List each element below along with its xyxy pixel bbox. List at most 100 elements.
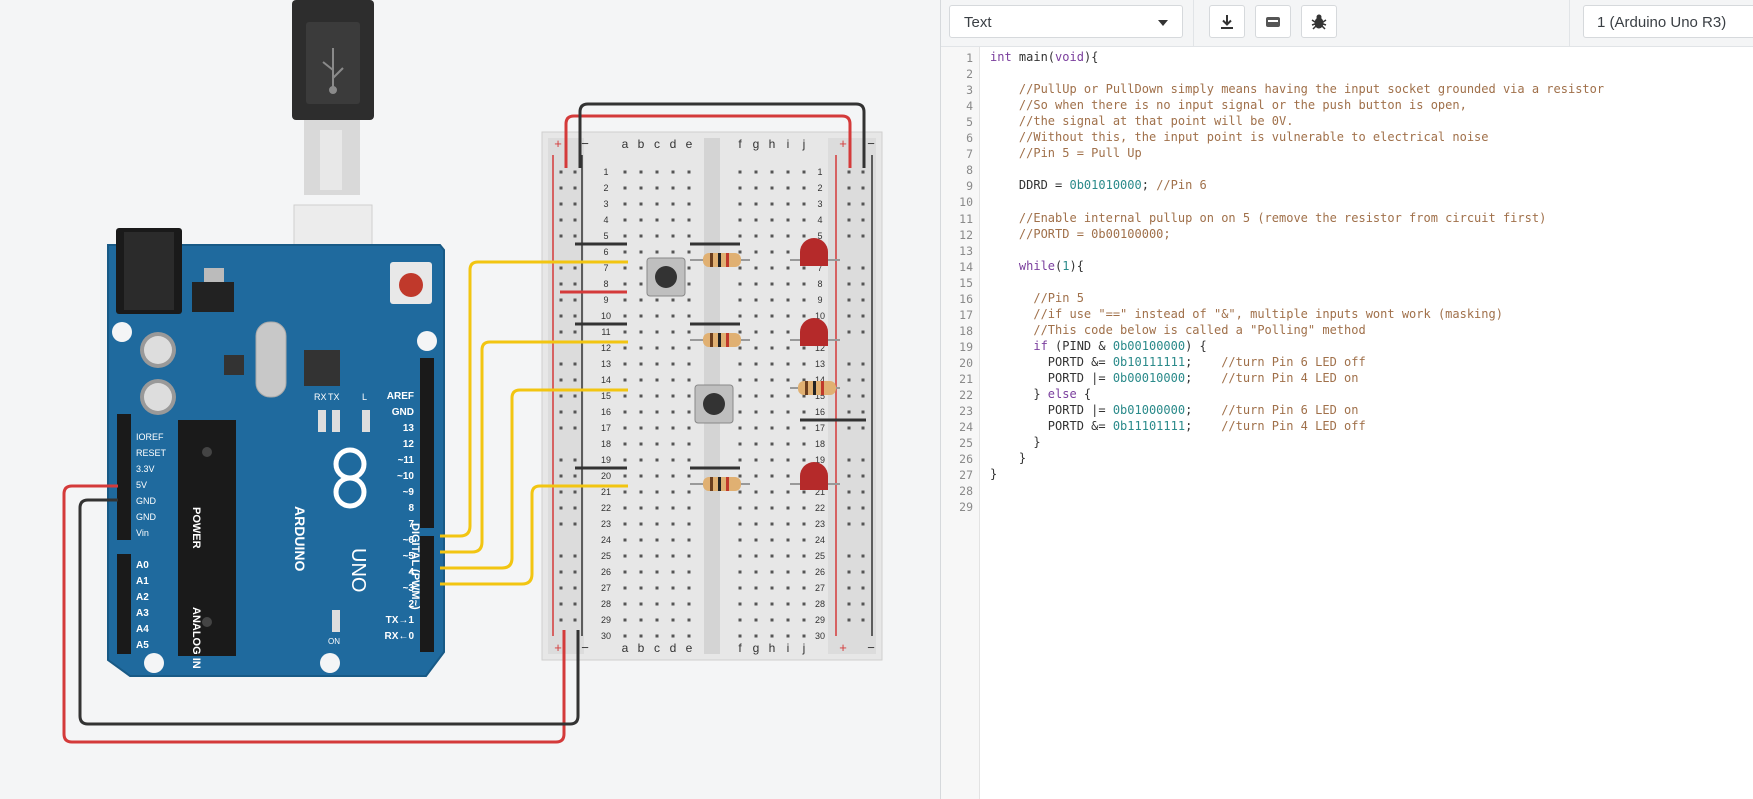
- circuit-drawing[interactable]: ARDUINO UNO POWER ANALOG IN DIGITAL (PWM…: [0, 0, 940, 799]
- line-number: 27: [959, 468, 973, 483]
- row-number: 13: [815, 359, 825, 369]
- column-label: c: [654, 641, 660, 655]
- row-number: 12: [601, 343, 611, 353]
- bug-icon: [1311, 14, 1327, 30]
- digital-pin-label: ~3: [403, 583, 415, 594]
- rail-label: +: [554, 640, 562, 655]
- code-line[interactable]: //PullUp or PullDown simply means having…: [990, 82, 1604, 96]
- rail-label: +: [839, 136, 847, 151]
- line-number: 24: [959, 420, 973, 435]
- row-number: 4: [603, 215, 608, 225]
- debugger-button[interactable]: [1301, 5, 1337, 38]
- toolbar-divider: [1193, 0, 1194, 46]
- column-label: d: [670, 641, 677, 655]
- code-panel: Text 1 (Arduino Uno R3) 1 2 3 4 5 6 7 8 …: [940, 0, 1753, 799]
- row-number: 21: [601, 487, 611, 497]
- code-line[interactable]: //Without this, the input point is vulne…: [990, 130, 1489, 144]
- row-number: 29: [601, 615, 611, 625]
- code-line[interactable]: }: [990, 467, 997, 481]
- line-number: 2: [966, 67, 973, 82]
- row-number: 25: [815, 551, 825, 561]
- digital-pin-label: TX→1: [386, 615, 415, 626]
- digital-pin-label: 7: [408, 519, 414, 530]
- code-line[interactable]: if (PIND & 0b00100000) {: [990, 339, 1206, 353]
- code-line[interactable]: }: [990, 435, 1040, 449]
- line-number: 6: [966, 131, 973, 146]
- rail-label: −: [867, 136, 875, 151]
- code-line[interactable]: PORTD &= 0b10111111; //turn Pin 6 LED of…: [990, 355, 1366, 369]
- row-number: 26: [815, 567, 825, 577]
- row-number: 18: [601, 439, 611, 449]
- power-pin-label: RESET: [136, 448, 167, 458]
- line-number: 18: [959, 323, 973, 338]
- row-number: 28: [815, 599, 825, 609]
- digital-pin-label: ~10: [397, 471, 414, 482]
- column-label: d: [670, 137, 677, 151]
- line-number: 5: [966, 115, 973, 130]
- code-line[interactable]: //This code below is called a "Polling" …: [990, 323, 1365, 337]
- row-number: 16: [815, 407, 825, 417]
- row-number: 29: [815, 615, 825, 625]
- library-icon: [1266, 16, 1280, 27]
- circuit-canvas[interactable]: ARDUINO UNO POWER ANALOG IN DIGITAL (PWM…: [0, 0, 940, 799]
- code-line[interactable]: //So when there is no input signal or th…: [990, 98, 1467, 112]
- pushbutton-1[interactable]: [646, 257, 686, 297]
- line-number: 26: [959, 452, 973, 467]
- code-line[interactable]: //Pin 5: [990, 291, 1084, 305]
- line-number: 9: [966, 179, 973, 194]
- row-number: 23: [601, 519, 611, 529]
- code-line[interactable]: //Enable internal pullup on on 5 (remove…: [990, 211, 1546, 225]
- device-select[interactable]: 1 (Arduino Uno R3): [1583, 5, 1753, 38]
- download-code-button[interactable]: [1209, 5, 1245, 38]
- row-number: 15: [601, 391, 611, 401]
- column-label: c: [654, 137, 660, 151]
- code-line[interactable]: PORTD |= 0b01000000; //turn Pin 6 LED on: [990, 403, 1359, 417]
- code-line[interactable]: while(1){: [990, 259, 1084, 273]
- column-label: b: [638, 137, 645, 151]
- row-number: 6: [603, 247, 608, 257]
- digital-pin-label: RX←0: [385, 631, 415, 642]
- rail-label: +: [554, 136, 562, 151]
- line-number: 10: [959, 195, 973, 210]
- code-line[interactable]: //PORTD = 0b00100000;: [990, 227, 1171, 241]
- code-line[interactable]: PORTD |= 0b00010000; //turn Pin 4 LED on: [990, 371, 1359, 385]
- row-number: 27: [601, 583, 611, 593]
- row-number: 13: [601, 359, 611, 369]
- line-number: 20: [959, 355, 973, 370]
- line-number: 8: [966, 163, 973, 178]
- led-label-rx: RX: [314, 392, 327, 402]
- row-number: 24: [815, 535, 825, 545]
- digital-pin-label: 8: [408, 503, 414, 514]
- line-number: 15: [959, 275, 973, 290]
- rail-label: +: [839, 640, 847, 655]
- analog-pin-label: A4: [136, 624, 149, 635]
- code-line[interactable]: //the signal at that point will be 0V.: [990, 114, 1294, 128]
- code-line[interactable]: //if use "==" instead of "&", multiple i…: [990, 307, 1503, 321]
- power-pin-label: Vin: [136, 528, 149, 538]
- code-line[interactable]: }: [990, 451, 1026, 465]
- editor-mode-select[interactable]: Text: [949, 5, 1183, 38]
- row-number: 9: [817, 295, 822, 305]
- led-label-l: L: [362, 392, 367, 402]
- rail-label: −: [581, 640, 589, 655]
- line-number: 25: [959, 436, 973, 451]
- code-line[interactable]: int main(void){: [990, 50, 1098, 64]
- code-line[interactable]: //Pin 5 = Pull Up: [990, 146, 1142, 160]
- digital-pin-label: ~6: [403, 535, 415, 546]
- digital-pin-label: AREF: [387, 391, 414, 402]
- code-editor[interactable]: 1 2 3 4 5 6 7 8 9 10 11 12 13 14 15 16 17 18 19 20 21 22 23 24 2…: [941, 47, 1753, 799]
- line-number-gutter: 1 2 3 4 5 6 7 8 9 10 11 12 13 14 15 16 17 18 19 20 21 22 23 24 2…: [941, 47, 980, 799]
- library-button[interactable]: [1255, 5, 1291, 38]
- code-line[interactable]: DDRD = 0b01010000; //Pin 6: [990, 178, 1207, 192]
- row-number: 9: [603, 295, 608, 305]
- row-number: 22: [601, 503, 611, 513]
- line-number: 19: [959, 339, 973, 354]
- row-number: 1: [603, 167, 608, 177]
- code-line[interactable]: } else {: [990, 387, 1091, 401]
- digital-pin-label: ~5: [403, 551, 415, 562]
- row-number: 4: [817, 215, 822, 225]
- code-line[interactable]: PORTD &= 0b11101111; //turn Pin 4 LED of…: [990, 419, 1366, 433]
- row-number: 7: [603, 263, 608, 273]
- row-number: 8: [603, 279, 608, 289]
- pushbutton-2[interactable]: [694, 384, 734, 424]
